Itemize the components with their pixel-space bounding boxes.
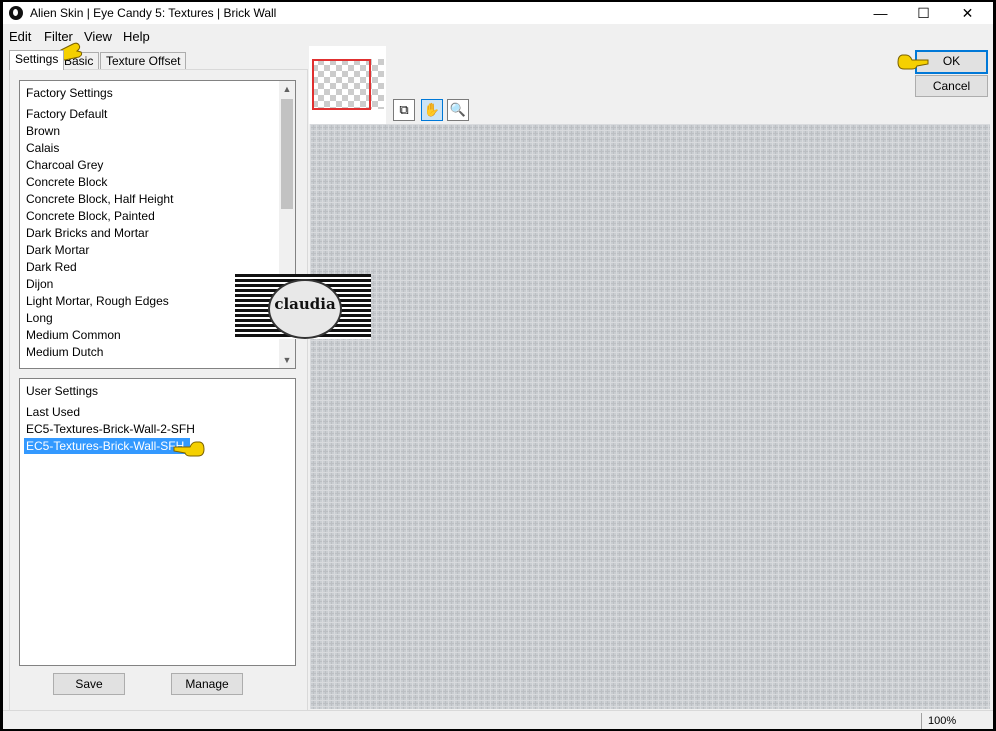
list-item[interactable]: Factory Default <box>26 106 109 122</box>
preview-canvas[interactable] <box>310 124 990 709</box>
tab-texture-offset[interactable]: Texture Offset <box>100 52 187 69</box>
zoom-level: 100% <box>921 713 993 729</box>
scroll-down-arrow-icon[interactable]: ▼ <box>279 352 295 368</box>
alien-skin-logo-icon <box>9 6 23 20</box>
status-bar: 100% <box>3 710 993 729</box>
preview-toggle-icon[interactable]: ⧉ <box>393 99 415 121</box>
pointing-hand-icon <box>897 54 929 70</box>
list-item[interactable]: Long <box>26 310 55 326</box>
menu-view[interactable]: View <box>84 29 112 44</box>
settings-panel: Factory Settings Factory Default Brown C… <box>9 69 308 711</box>
list-item[interactable]: Last Used <box>26 404 82 420</box>
list-item[interactable]: EC5-Textures-Brick-Wall-2-SFH <box>26 421 197 437</box>
scroll-up-arrow-icon[interactable]: ▲ <box>279 81 295 97</box>
title-bar: Alien Skin | Eye Candy 5: Textures | Bri… <box>3 2 993 24</box>
tab-settings[interactable]: Settings <box>9 50 65 70</box>
watermark-logo: claudia <box>235 274 371 339</box>
save-button[interactable]: Save <box>53 673 125 695</box>
watermark-text: claudia <box>274 295 336 313</box>
list-item[interactable]: Calais <box>26 140 61 156</box>
eye-candy-dialog: Alien Skin | Eye Candy 5: Textures | Bri… <box>3 2 993 729</box>
close-button[interactable]: ✕ <box>945 2 990 24</box>
maximize-button[interactable]: ☐ <box>901 2 946 24</box>
list-item[interactable]: Concrete Block, Half Height <box>26 191 175 207</box>
list-item[interactable]: Medium Dutch <box>26 344 105 360</box>
list-item[interactable]: Light Mortar, Rough Edges <box>26 293 171 309</box>
list-item[interactable]: Concrete Block <box>26 174 109 190</box>
thumbnail-view-frame[interactable] <box>312 59 371 110</box>
hand-pan-icon[interactable]: ✋ <box>421 99 443 121</box>
menu-help[interactable]: Help <box>123 29 150 44</box>
user-settings-header: User Settings <box>26 384 99 398</box>
window-title: Alien Skin | Eye Candy 5: Textures | Bri… <box>30 6 277 20</box>
manage-button[interactable]: Manage <box>171 673 243 695</box>
pointing-hand-icon <box>173 441 205 457</box>
list-item[interactable]: Dark Mortar <box>26 242 91 258</box>
list-item-selected[interactable]: EC5-Textures-Brick-Wall-SFH <box>24 438 191 454</box>
minimize-button[interactable]: — <box>858 2 903 24</box>
list-item[interactable]: Concrete Block, Painted <box>26 208 157 224</box>
factory-settings-header: Factory Settings <box>26 86 113 100</box>
list-item[interactable]: Dark Red <box>26 259 79 275</box>
list-item[interactable]: Medium Common <box>26 327 123 343</box>
list-item[interactable]: Brown <box>26 123 62 139</box>
list-item[interactable]: Charcoal Grey <box>26 157 105 173</box>
list-item[interactable]: Dark Bricks and Mortar <box>26 225 151 241</box>
cancel-button[interactable]: Cancel <box>915 75 988 97</box>
navigator-thumbnail[interactable] <box>309 46 386 124</box>
zoom-magnifier-icon[interactable]: 🔍 <box>447 99 469 121</box>
scrollbar-thumb[interactable] <box>281 99 293 209</box>
menu-edit[interactable]: Edit <box>9 29 31 44</box>
menu-bar: Edit Filter View Help <box>3 26 993 46</box>
list-item[interactable]: Dijon <box>26 276 55 292</box>
watermark-seal: claudia <box>268 279 342 339</box>
user-settings-list[interactable]: User Settings Last Used EC5-Textures-Bri… <box>19 378 296 666</box>
